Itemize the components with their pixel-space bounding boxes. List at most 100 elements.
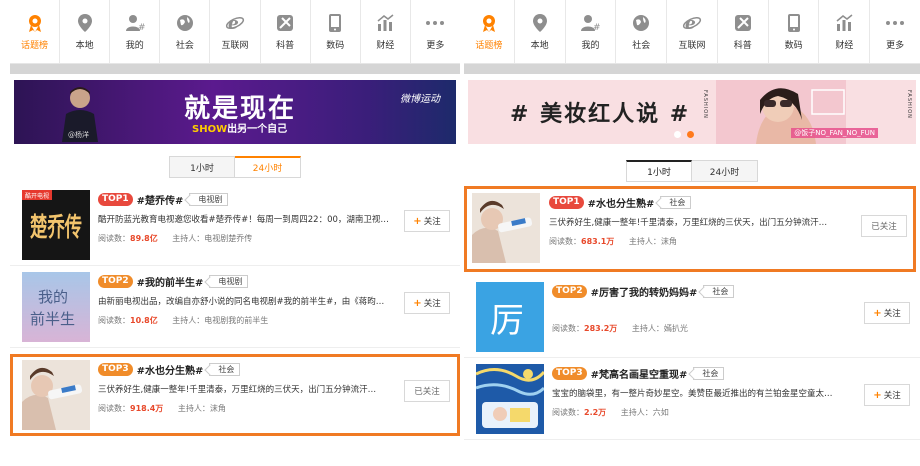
- banner-brand: 微博运动: [400, 94, 440, 105]
- topic-title[interactable]: #水也分生熟#: [137, 362, 204, 377]
- topic-thumbnail: 我的 前半生: [22, 272, 90, 342]
- nav-item-mine[interactable]: # 我的: [566, 0, 617, 63]
- topic-item[interactable]: 我的 前半生 TOP2 #我的前半生# 电视剧 由新丽电视出品，改编自亦舒小说的…: [10, 266, 460, 348]
- topic-list: 酷开电视 楚乔传 TOP1 #楚乔传# 电视剧 酷开防蓝光教育电视邀您收看#楚乔…: [10, 184, 460, 436]
- host-name[interactable]: 电视剧楚乔传: [204, 234, 252, 243]
- rank-badge: TOP2: [552, 284, 587, 298]
- host-name[interactable]: 六如: [653, 408, 669, 417]
- read-count: 283.2万: [584, 324, 618, 333]
- host-name[interactable]: 沫角: [661, 237, 677, 246]
- topic-title[interactable]: #我的前半生#: [137, 274, 204, 289]
- topic-title[interactable]: #楚乔传#: [137, 192, 184, 207]
- tab-24-hours[interactable]: 24小时: [235, 156, 301, 178]
- topic-title[interactable]: #水也分生熟#: [588, 195, 655, 210]
- nav-item-local[interactable]: 本地: [60, 0, 111, 63]
- banner-sub-highlight: SHOW: [192, 124, 228, 135]
- topic-body: TOP1 #楚乔传# 电视剧 酷开防蓝光教育电视邀您收看#楚乔传#！每周一到周四…: [98, 191, 390, 244]
- reads-label: 阅读数：: [552, 408, 584, 417]
- banner-subtitle: SHOW出另一个自己: [192, 120, 287, 135]
- plus-icon: +: [873, 307, 882, 319]
- host-name[interactable]: 电视剧我的前半生: [204, 316, 268, 325]
- topic-item[interactable]: 厉 TOP2 #厉害了我的转奶妈妈# 社会 阅读数：283.2万 主持人：嫣扒光: [464, 276, 920, 358]
- topic-title[interactable]: #梵高名画星空重现#: [591, 366, 688, 381]
- nav-label: 社会: [175, 41, 194, 51]
- nav-label: 更多: [886, 41, 905, 51]
- user-hash-icon: #: [579, 12, 601, 34]
- nav-label: 我的: [581, 41, 600, 51]
- topic-body: TOP1 #水也分生熟# 社会 三伏养好生,健康一整年!千里清泰，万里红烧的三伏…: [549, 194, 843, 247]
- nav-item-finance[interactable]: 财经: [819, 0, 871, 63]
- nav-item-digital[interactable]: 数码: [311, 0, 361, 63]
- nav-item-more[interactable]: 更多: [870, 0, 920, 63]
- host-label: 主持人：: [620, 408, 653, 417]
- rank-badge: TOP3: [552, 366, 587, 380]
- followed-button[interactable]: 已关注: [861, 215, 907, 237]
- topic-item-highlighted[interactable]: TOP1 #水也分生熟# 社会 三伏养好生,健康一整年!千里清泰，万里红烧的三伏…: [464, 186, 916, 272]
- tab-24-hours[interactable]: 24小时: [692, 160, 758, 182]
- nav-label: 数码: [326, 41, 345, 51]
- promo-banner[interactable]: 就是现在 SHOW出另一个自己 微博运动 @杨洋: [14, 80, 456, 144]
- nav-label: 科普: [276, 41, 295, 51]
- right-phone-screen: 话题榜 本地 # 我的 社会 e 互联网 科普 数码 财经 更多 # 美妆红人说…: [464, 0, 920, 466]
- topic-body: TOP2 #我的前半生# 电视剧 由新丽电视出品，改编自亦舒小说的同名电视剧#我…: [98, 273, 390, 326]
- category-tag[interactable]: 社会: [209, 362, 241, 376]
- category-tag[interactable]: 社会: [703, 284, 735, 298]
- nav-item-internet[interactable]: e 互联网: [667, 0, 718, 63]
- category-tag[interactable]: 社会: [693, 366, 725, 380]
- nav-item-science[interactable]: 科普: [261, 0, 311, 63]
- nav-label: 互联网: [221, 41, 249, 51]
- nav-item-mine[interactable]: # 我的: [110, 0, 161, 63]
- topic-item[interactable]: TOP3 #梵高名画星空重现# 社会 宝宝的脑袋里，有一整片奇妙星空。美赞臣最近…: [464, 358, 920, 440]
- nav-item-society[interactable]: 社会: [160, 0, 211, 63]
- topic-title[interactable]: #厉害了我的转奶妈妈#: [591, 284, 698, 299]
- tab-1-hour[interactable]: 1小时: [169, 156, 235, 178]
- nav-item-finance[interactable]: 财经: [361, 0, 411, 63]
- topic-description: 三伏养好生,健康一整年!千里清泰，万里红烧的三伏天，出门五分钟流汗…: [549, 218, 828, 228]
- follow-button[interactable]: + 关注: [864, 302, 910, 324]
- carousel-dot[interactable]: [674, 131, 681, 138]
- nav-item-local[interactable]: 本地: [515, 0, 566, 63]
- nav-item-topic-rank[interactable]: 话题榜: [10, 0, 61, 63]
- reads-label: 阅读数：: [98, 404, 130, 413]
- banner-fashion-label: FASHION: [906, 90, 912, 119]
- read-count: 918.4万: [130, 404, 164, 413]
- host-label: 主持人：: [631, 324, 664, 333]
- promo-banner[interactable]: # 美妆红人说 # FASHION @饭子NO_FAN_NO_FUN FASHI…: [468, 80, 916, 144]
- thumb-char: 厉: [490, 301, 524, 341]
- reads-label: 阅读数：: [549, 237, 581, 246]
- thumb-line-2: 前半生: [30, 310, 75, 328]
- follow-button[interactable]: + 关注: [404, 292, 450, 314]
- follow-label: 关注: [883, 391, 901, 401]
- nav-item-more[interactable]: 更多: [411, 0, 460, 63]
- topic-list: TOP1 #水也分生熟# 社会 三伏养好生,健康一整年!千里清泰，万里红烧的三伏…: [464, 186, 920, 440]
- host-name[interactable]: 嫣扒光: [664, 324, 688, 333]
- category-tag[interactable]: 电视剧: [209, 274, 249, 288]
- host-name[interactable]: 沫角: [210, 404, 226, 413]
- followed-button[interactable]: 已关注: [404, 380, 450, 402]
- nav-item-society[interactable]: 社会: [616, 0, 668, 63]
- category-tag[interactable]: 电视剧: [189, 192, 229, 206]
- follow-button[interactable]: + 关注: [864, 384, 910, 406]
- topic-meta: 阅读数：918.4万 主持人：沫角: [98, 403, 387, 414]
- category-tag[interactable]: 社会: [660, 195, 692, 209]
- nav-label: 话题榜: [475, 41, 503, 51]
- follow-button[interactable]: + 关注: [404, 210, 450, 232]
- nav-label: 财经: [376, 41, 395, 51]
- follow-label: 关注: [423, 217, 441, 227]
- nav-item-science[interactable]: 科普: [718, 0, 769, 63]
- nav-item-topic-rank[interactable]: 话题榜: [464, 0, 515, 63]
- nav-label: 互联网: [678, 41, 706, 51]
- banner-title: # 美妆红人说 #: [510, 102, 691, 127]
- topic-item[interactable]: 酷开电视 楚乔传 TOP1 #楚乔传# 电视剧 酷开防蓝光教育电视邀您收看#楚乔…: [10, 184, 460, 266]
- topic-meta: 阅读数：2.2万 主持人：六如: [552, 407, 850, 418]
- svg-text:#: #: [138, 23, 145, 33]
- tab-1-hour[interactable]: 1小时: [626, 160, 692, 182]
- rank-badge: TOP1: [549, 195, 584, 209]
- time-tabs: 1小时 24小时: [464, 160, 920, 182]
- nav-item-digital[interactable]: 数码: [769, 0, 820, 63]
- topic-item-highlighted[interactable]: TOP3 #水也分生熟# 社会 三伏养好生,健康一整年!千里清泰，万里红烧的三伏…: [10, 354, 460, 436]
- carousel-dot-active[interactable]: [687, 131, 694, 138]
- nav-item-internet[interactable]: e 互联网: [210, 0, 261, 63]
- science-icon: [274, 12, 296, 34]
- topic-thumbnail: [476, 364, 544, 434]
